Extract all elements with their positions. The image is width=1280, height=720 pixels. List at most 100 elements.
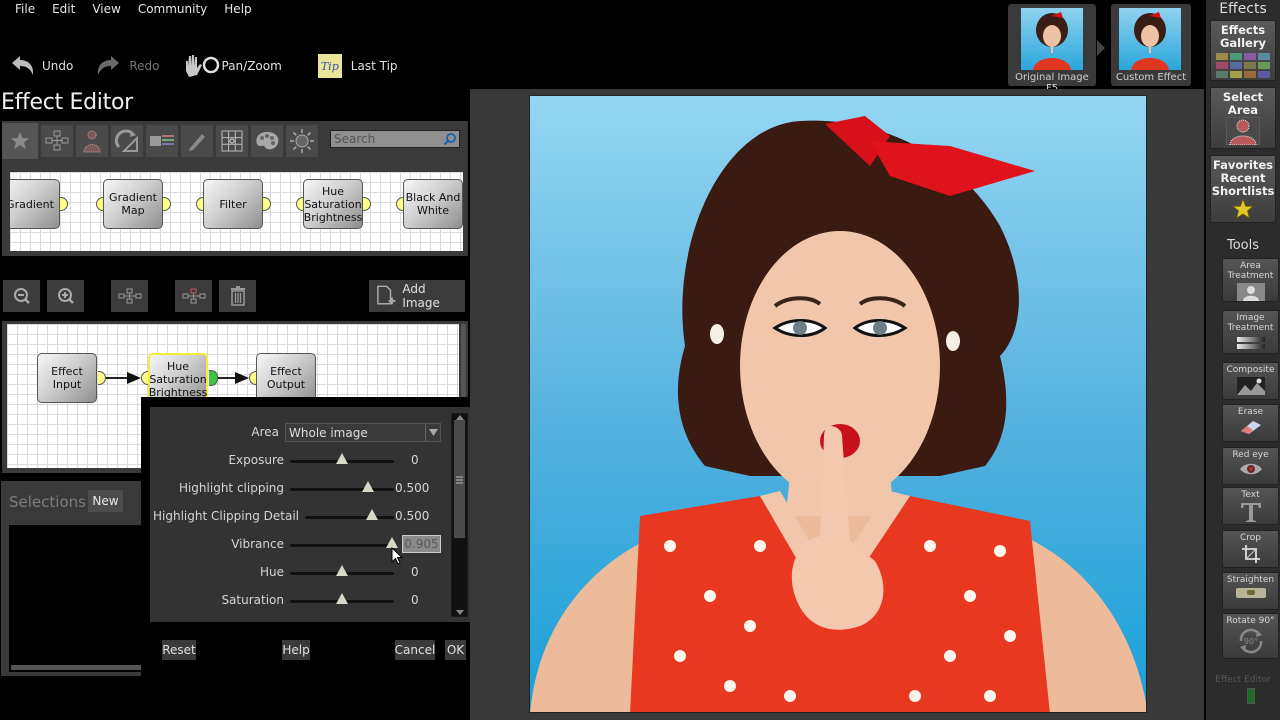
settings-scrollbar[interactable] (451, 413, 468, 617)
menu-file[interactable]: File (0, 0, 43, 20)
graph-node-effect-output[interactable]: Effect Output (256, 353, 316, 403)
menu-edit[interactable]: Edit (43, 0, 83, 20)
tab-selection[interactable] (76, 125, 108, 157)
effects-gallery-button[interactable]: Effects Gallery (1210, 20, 1276, 81)
add-image-icon (377, 285, 396, 305)
tab-favorites[interactable] (2, 123, 38, 159)
right-panel: Effects Effects Gallery Select Area Favo… (1206, 0, 1280, 720)
select-area-button[interactable]: Select Area (1210, 87, 1276, 149)
delete-button[interactable] (219, 280, 256, 312)
slider-track[interactable] (290, 488, 394, 491)
rotate-90-icon: 90° (1223, 628, 1278, 654)
portrait-image (530, 116, 1146, 712)
person-selection-icon (83, 130, 101, 153)
delete-connection-button[interactable] (175, 280, 212, 312)
tool-crop[interactable]: Crop (1222, 530, 1279, 568)
zoom-in-button[interactable] (47, 280, 84, 312)
palette-node-gradient[interactable]: Gradient (10, 179, 60, 229)
pencil-icon (189, 134, 205, 151)
gallery-swatch (1230, 71, 1242, 78)
new-selection-button[interactable]: New (88, 490, 123, 512)
pan-zoom-button[interactable]: Pan/Zoom (182, 53, 282, 79)
slider-track[interactable] (290, 544, 394, 547)
tab-structure[interactable] (41, 125, 73, 157)
redo-button[interactable]: Redo (95, 53, 160, 79)
search-input[interactable] (331, 131, 443, 147)
mouse-cursor-icon (391, 547, 403, 565)
history-original-image[interactable]: Original Image F5 (1008, 4, 1096, 94)
slider-track[interactable] (305, 516, 394, 519)
tool-text[interactable]: Text (1222, 487, 1279, 525)
tool-label: Rotate 90° (1226, 616, 1275, 626)
slider-thumb[interactable] (362, 481, 374, 492)
tab-light[interactable] (286, 125, 318, 157)
menu-community[interactable]: Community (129, 0, 215, 20)
hsb-settings-dialog: Area Whole image Exposure 0 Highlight clip… (141, 397, 487, 678)
tab-transform[interactable] (111, 125, 143, 157)
effect-editor-toggle-label: Effect Editor (1215, 675, 1271, 685)
output-port (60, 197, 68, 211)
slider-label: Exposure (228, 453, 284, 467)
gallery-swatch (1230, 62, 1242, 69)
effect-palette: Gradient Gradient Map Filter Hue Saturat… (2, 159, 468, 256)
palette-node-black-and-white[interactable]: Black And White (403, 179, 463, 229)
cancel-button[interactable]: Cancel (395, 640, 435, 660)
favorites-button[interactable]: Favorites Recent Shortlists (1210, 155, 1276, 223)
tab-layers[interactable] (146, 125, 178, 157)
tool-composite[interactable]: Composite (1222, 362, 1279, 400)
tab-color[interactable] (251, 125, 283, 157)
effect-editor-toggle[interactable] (1247, 688, 1255, 704)
area-dropdown[interactable]: Whole image (285, 423, 441, 442)
slider-thumb[interactable] (365, 509, 378, 520)
palette-node-gradient-map[interactable]: Gradient Map (103, 179, 163, 229)
image-canvas[interactable] (470, 89, 1204, 720)
tool-image-treatment[interactable]: Image Treatment (1222, 310, 1279, 354)
palette-node-hue-saturation-brightness[interactable]: Hue Saturation Brightness (303, 179, 363, 229)
zoom-out-button[interactable] (3, 280, 40, 312)
slider-row-vibrance: Vibrance 0.905 (150, 535, 450, 555)
slider-thumb[interactable] (336, 565, 348, 576)
help-button[interactable]: Help (282, 640, 310, 660)
slider-thumb[interactable] (336, 453, 348, 464)
history-custom-effect[interactable]: Custom Effect (1111, 4, 1191, 86)
gallery-swatch (1244, 53, 1256, 60)
undo-label: Undo (42, 59, 74, 73)
tool-erase[interactable]: Erase (1222, 404, 1279, 442)
add-image-button[interactable]: Add Image (369, 280, 465, 312)
area-value: Whole image (289, 425, 368, 440)
svg-text:90°: 90° (1243, 637, 1257, 646)
palette-node-filter[interactable]: Filter (203, 179, 263, 229)
node-layout-icon (118, 288, 141, 304)
menu-view[interactable]: View (83, 0, 128, 20)
search-icon[interactable] (443, 132, 457, 146)
selections-scrollbar[interactable] (11, 665, 141, 670)
slider-value-input[interactable]: 0.905 (402, 535, 441, 553)
tool-straighten[interactable]: Straighten (1222, 572, 1279, 610)
last-tip-button[interactable]: Tip Last Tip (317, 54, 398, 78)
slider-thumb[interactable] (336, 593, 348, 604)
tab-grid[interactable] (216, 125, 248, 157)
composite-icon (1223, 377, 1278, 395)
graph-node-effect-input[interactable]: Effect Input (37, 353, 97, 403)
menu-help[interactable]: Help (215, 0, 259, 20)
zoom-out-icon (13, 288, 30, 304)
tool-rotate-90[interactable]: Rotate 90° 90° (1222, 613, 1279, 659)
selections-list[interactable] (9, 525, 141, 672)
undo-button[interactable]: Undo (8, 53, 73, 79)
tab-paint[interactable] (181, 125, 213, 157)
photo[interactable] (529, 95, 1147, 713)
custom-effect-thumbnail (1119, 8, 1181, 70)
ok-button[interactable]: OK (445, 640, 466, 660)
tool-red-eye[interactable]: Red eye (1222, 447, 1279, 485)
node-tree-icon (45, 130, 69, 151)
scroll-up-icon[interactable] (456, 415, 464, 420)
tool-label: Erase (1237, 407, 1264, 417)
arrange-nodes-button[interactable] (111, 280, 148, 312)
node-label: Effect Input (51, 365, 83, 391)
slider-label: Vibrance (231, 537, 284, 551)
scroll-down-icon[interactable] (456, 610, 464, 615)
effects-gallery-label: Effects Gallery (1219, 23, 1267, 50)
tool-area-treatment[interactable]: Area Treatment (1222, 258, 1279, 302)
reset-button[interactable]: Reset (162, 640, 196, 660)
selections-title: Selections (9, 493, 86, 511)
